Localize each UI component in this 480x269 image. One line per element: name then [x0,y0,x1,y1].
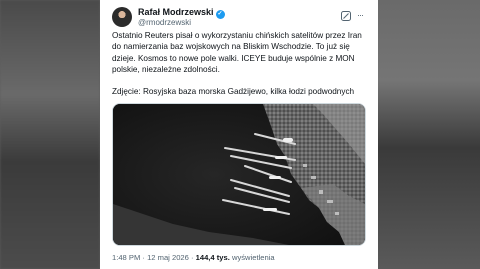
tweet-card: Rafał Modrzewski ✓ @rmodrzewski ··· Ostat… [100,0,378,269]
more-options-icon[interactable]: ··· [354,10,366,22]
tweet-meta: 1:48 PM · 12 maj 2026 · 144,4 tys. wyświ… [112,253,275,262]
meta-separator: · [142,253,145,262]
author-name[interactable]: Rafał Modrzewski [138,7,214,17]
background-right [378,0,480,269]
background-left [0,0,100,269]
tweet-date[interactable]: 12 maj 2026 [147,253,189,262]
avatar[interactable] [112,7,132,27]
author-handle[interactable]: @rmodrzewski [138,18,191,27]
grok-icon[interactable] [340,10,352,22]
views-count: 144,4 tys. [195,253,230,262]
tweet-paragraph: Zdjęcie: Rosyjska baza morska Gadżijewo,… [112,87,355,97]
views-label: wyświetlenia [231,253,275,262]
tweet-header: Rafał Modrzewski ✓ @rmodrzewski ··· [112,6,366,30]
tweet-text: Ostatnio Reuters pisał o wykorzystaniu c… [112,30,368,108]
meta-separator: · [190,253,194,262]
tweet-image-satellite[interactable] [112,103,366,246]
tweet-paragraph: Ostatnio Reuters pisał o wykorzystaniu c… [112,31,362,74]
tweet-time[interactable]: 1:48 PM [112,253,140,262]
verified-badge-icon: ✓ [215,10,225,19]
satellite-image [113,104,365,245]
